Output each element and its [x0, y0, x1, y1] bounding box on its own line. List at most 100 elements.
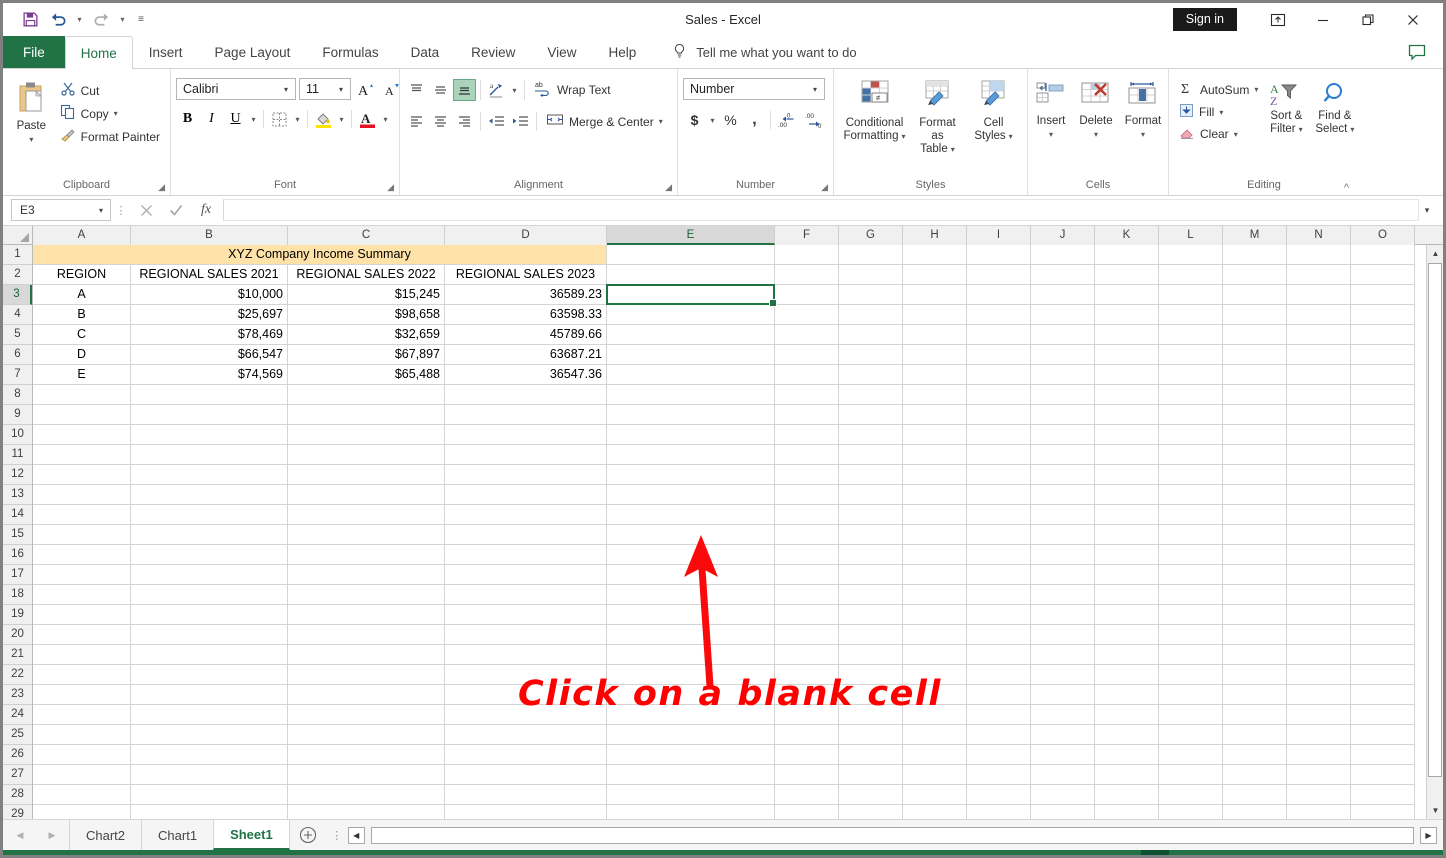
cell-a16[interactable] — [33, 545, 131, 565]
cell-c13[interactable] — [288, 485, 445, 505]
cell-f23[interactable] — [775, 685, 839, 705]
column-header-l[interactable]: L — [1159, 226, 1223, 245]
cell-d15[interactable] — [445, 525, 607, 545]
cell-e14[interactable] — [607, 505, 775, 525]
cell-f21[interactable] — [775, 645, 839, 665]
cell-i24[interactable] — [967, 705, 1031, 725]
cell-d26[interactable] — [445, 745, 607, 765]
cell-d29[interactable] — [445, 805, 607, 819]
cell-f24[interactable] — [775, 705, 839, 725]
cell-d8[interactable] — [445, 385, 607, 405]
cell-d23[interactable] — [445, 685, 607, 705]
cell-n4[interactable] — [1287, 305, 1351, 325]
cell-a12[interactable] — [33, 465, 131, 485]
fill-dropdown-icon[interactable]: ▾ — [1219, 108, 1223, 117]
row-header-28[interactable]: 28 — [3, 785, 32, 805]
row-header-13[interactable]: 13 — [3, 485, 32, 505]
cell-e17[interactable] — [607, 565, 775, 585]
format-as-table-button[interactable]: Format as Table ▾ — [908, 77, 968, 158]
cell-c19[interactable] — [288, 605, 445, 625]
cell-f29[interactable] — [775, 805, 839, 819]
row-header-29[interactable]: 29 — [3, 805, 32, 819]
column-header-o[interactable]: O — [1351, 226, 1415, 245]
cell-g12[interactable] — [839, 465, 903, 485]
cell-e13[interactable] — [607, 485, 775, 505]
merge-center-button[interactable]: Merge & Center ▾ — [541, 110, 668, 133]
cell-f17[interactable] — [775, 565, 839, 585]
cell-d17[interactable] — [445, 565, 607, 585]
cell-n19[interactable] — [1287, 605, 1351, 625]
cell-j12[interactable] — [1031, 465, 1095, 485]
cell-a22[interactable] — [33, 665, 131, 685]
cell-j17[interactable] — [1031, 565, 1095, 585]
cell-d22[interactable] — [445, 665, 607, 685]
cell-l17[interactable] — [1159, 565, 1223, 585]
tab-help[interactable]: Help — [592, 36, 652, 68]
cell-f8[interactable] — [775, 385, 839, 405]
cell-e26[interactable] — [607, 745, 775, 765]
cell-m22[interactable] — [1223, 665, 1287, 685]
cell-j20[interactable] — [1031, 625, 1095, 645]
cell-c11[interactable] — [288, 445, 445, 465]
restore-icon[interactable] — [1345, 5, 1390, 35]
cell-o8[interactable] — [1351, 385, 1415, 405]
cell-o9[interactable] — [1351, 405, 1415, 425]
cell-o1[interactable] — [1351, 245, 1415, 265]
cell-c18[interactable] — [288, 585, 445, 605]
cell-h29[interactable] — [903, 805, 967, 819]
cut-button[interactable]: Cut — [55, 79, 165, 102]
cell-d12[interactable] — [445, 465, 607, 485]
cell-o22[interactable] — [1351, 665, 1415, 685]
cell-f26[interactable] — [775, 745, 839, 765]
cell-k18[interactable] — [1095, 585, 1159, 605]
column-header-h[interactable]: H — [903, 226, 967, 245]
cell-n12[interactable] — [1287, 465, 1351, 485]
cell-e1[interactable] — [607, 245, 775, 265]
cell-n17[interactable] — [1287, 565, 1351, 585]
row-header-20[interactable]: 20 — [3, 625, 32, 645]
cell-e22[interactable] — [607, 665, 775, 685]
align-right-icon[interactable] — [453, 111, 476, 133]
cell-o5[interactable] — [1351, 325, 1415, 345]
cell-m5[interactable] — [1223, 325, 1287, 345]
sort-filter-dropdown-icon[interactable]: ▾ — [1299, 123, 1303, 136]
cell-k8[interactable] — [1095, 385, 1159, 405]
borders-dropdown-icon[interactable]: ▾ — [292, 115, 303, 124]
cell-g29[interactable] — [839, 805, 903, 819]
delete-cells-button[interactable]: Delete ▾ — [1073, 77, 1119, 143]
expand-formula-bar-chevron-down-icon[interactable]: ▾ — [1419, 205, 1435, 216]
row-header-25[interactable]: 25 — [3, 725, 32, 745]
cell-c2[interactable]: REGIONAL SALES 2022 — [288, 265, 445, 285]
font-name-chevron-down-icon[interactable]: ▾ — [279, 85, 293, 94]
cell-l18[interactable] — [1159, 585, 1223, 605]
scroll-down-arrow-icon[interactable]: ▼ — [1427, 802, 1443, 819]
find-select-dropdown-icon[interactable]: ▾ — [1350, 123, 1354, 136]
cell-h18[interactable] — [903, 585, 967, 605]
cell-n8[interactable] — [1287, 385, 1351, 405]
formula-input[interactable] — [223, 199, 1419, 221]
cell-m20[interactable] — [1223, 625, 1287, 645]
sort-filter-button[interactable]: A Z Sort & Filter ▾ — [1263, 78, 1309, 138]
cell-m23[interactable] — [1223, 685, 1287, 705]
cell-f14[interactable] — [775, 505, 839, 525]
horizontal-split-handle[interactable]: ⋮ — [326, 829, 348, 842]
cell-h4[interactable] — [903, 305, 967, 325]
cell-n27[interactable] — [1287, 765, 1351, 785]
cell-l28[interactable] — [1159, 785, 1223, 805]
previous-sheet-arrow-icon[interactable]: ◀ — [9, 824, 31, 846]
cell-j22[interactable] — [1031, 665, 1095, 685]
cell-o18[interactable] — [1351, 585, 1415, 605]
orientation-icon[interactable]: a — [485, 79, 508, 101]
cell-g5[interactable] — [839, 325, 903, 345]
cell-m28[interactable] — [1223, 785, 1287, 805]
font-color-icon[interactable]: A — [356, 108, 379, 130]
cell-j8[interactable] — [1031, 385, 1095, 405]
format-as-table-dropdown-icon[interactable]: ▾ — [951, 143, 955, 156]
cell-a1-title[interactable]: XYZ Company Income Summary — [33, 245, 607, 265]
redo-icon[interactable] — [88, 8, 114, 32]
row-header-23[interactable]: 23 — [3, 685, 32, 705]
cell-e12[interactable] — [607, 465, 775, 485]
cell-i23[interactable] — [967, 685, 1031, 705]
tab-insert[interactable]: Insert — [133, 36, 199, 68]
row-header-17[interactable]: 17 — [3, 565, 32, 585]
